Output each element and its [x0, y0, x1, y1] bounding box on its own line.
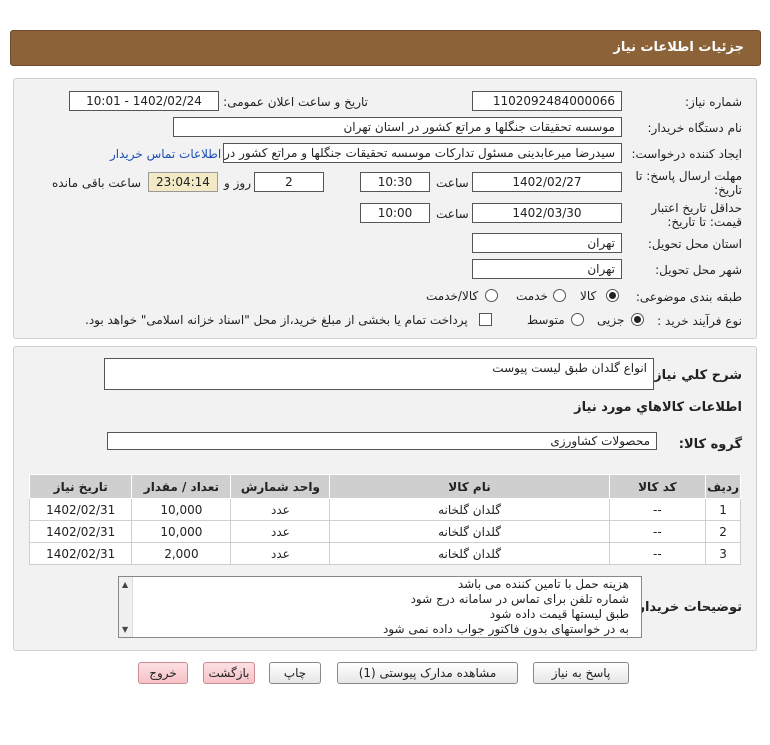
back-button[interactable]: بازگشت	[203, 662, 255, 684]
validity-time-label: ساعت	[436, 207, 469, 221]
col-header-name: نام کالا	[329, 474, 610, 499]
requester-field: سیدرضا میرعابدینی مسئول تدارکات موسسه تح…	[223, 143, 622, 163]
process-label: نوع فرآیند خرید :	[657, 314, 742, 328]
scroll-up-icon[interactable]: ▲	[122, 580, 128, 589]
buyer-notes-textarea[interactable]: هزینه حمل با تامین کننده می باشد شماره ت…	[118, 576, 642, 638]
payment-note: پرداخت تمام یا بخشی از مبلغ خرید،از محل …	[85, 313, 468, 327]
goods-section-title: اطلاعات کالاهاي مورد نياز	[574, 400, 742, 415]
col-header-row-no: ردیف	[705, 474, 741, 499]
cell-unit: عدد	[230, 498, 331, 521]
validity-date-field: 1402/03/30	[472, 203, 622, 223]
city-field: تهران	[472, 259, 622, 279]
note-line: شماره تلفن برای تماس در سامانه درج شود	[410, 592, 629, 606]
category-radio-goods-service[interactable]	[485, 289, 498, 302]
validity-label-2: قیمت: تا تاریخ:	[667, 215, 742, 229]
process-radio-medium[interactable]	[571, 313, 584, 326]
treasury-payment-checkbox[interactable]	[479, 313, 492, 326]
days-label: روز و	[224, 176, 251, 190]
note-line: هزینه حمل با تامین کننده می باشد	[457, 577, 629, 591]
validity-time-field: 10:00	[360, 203, 430, 223]
days-remaining-field: 2	[254, 172, 324, 192]
cell-date: 1402/02/31	[28, 498, 133, 521]
col-header-code: کد کالا	[608, 474, 707, 499]
city-label: شهر محل تحویل:	[655, 263, 742, 277]
remaining-time-field: 23:04:14	[148, 172, 218, 192]
cell-name: گلدان گلخانه	[329, 520, 610, 543]
category-label: طبقه بندی موضوعی:	[635, 290, 742, 304]
need-number-field: 1102092484000066	[472, 91, 622, 111]
table-row: 1 -- گلدان گلخانه عدد 10,000 1402/02/31	[28, 498, 741, 521]
cell-qty: 10,000	[131, 498, 232, 521]
process-option-medium: متوسط	[527, 313, 565, 327]
goods-table: ردیف کد کالا نام کالا واحد شمارش تعداد /…	[28, 474, 741, 565]
cell-qty: 2,000	[131, 542, 232, 565]
goods-group-label: گروه کالا:	[678, 437, 742, 452]
cell-unit: عدد	[230, 542, 331, 565]
summary-field: انواع گلدان طبق لیست پیوست	[104, 358, 654, 390]
cell-row-no: 2	[705, 520, 741, 543]
table-header-row: ردیف کد کالا نام کالا واحد شمارش تعداد /…	[28, 474, 741, 499]
province-label: استان محل تحویل:	[647, 237, 742, 251]
announce-datetime-field: 1402/02/24 - 10:01	[69, 91, 219, 111]
deadline-label: مهلت ارسال پاسخ: تا	[635, 169, 742, 183]
validity-label: حداقل تاریخ اعتبار	[651, 201, 742, 215]
remaining-label: ساعت باقی مانده	[52, 176, 142, 190]
cell-name: گلدان گلخانه	[329, 498, 610, 521]
col-header-unit: واحد شمارش	[230, 474, 331, 499]
category-option-service: خدمت	[516, 289, 548, 303]
cell-unit: عدد	[230, 520, 331, 543]
notes-scrollbar[interactable]: ▲ ▼	[119, 577, 133, 637]
scroll-down-icon[interactable]: ▼	[122, 625, 128, 634]
panel-title: جزئیات اطلاعات نیاز	[10, 30, 761, 66]
deadline-date-field: 1402/02/27	[472, 172, 622, 192]
reply-button[interactable]: پاسخ به نیاز	[533, 662, 629, 684]
print-button[interactable]: چاپ	[269, 662, 321, 684]
category-radio-goods[interactable]	[606, 289, 619, 302]
cell-name: گلدان گلخانه	[329, 542, 610, 565]
requester-label: ایجاد کننده درخواست:	[631, 147, 742, 161]
deadline-time-label: ساعت	[436, 176, 469, 190]
cell-date: 1402/02/31	[28, 520, 133, 543]
cell-code: --	[608, 542, 707, 565]
buyer-org-field: موسسه تحقیقات جنگلها و مراتع کشور در است…	[173, 117, 622, 137]
province-field: تهران	[472, 233, 622, 253]
deadline-time-field: 10:30	[360, 172, 430, 192]
deadline-label-2: تاریخ:	[714, 183, 742, 197]
cell-code: --	[608, 498, 707, 521]
category-option-goods: کالا	[580, 289, 597, 303]
note-line: طبق لیستها قیمت داده شود	[489, 607, 629, 621]
col-header-qty: تعداد / مقدار	[131, 474, 232, 499]
table-row: 3 -- گلدان گلخانه عدد 2,000 1402/02/31	[28, 542, 741, 565]
contact-buyer-link[interactable]: اطلاعات تماس خریدار	[110, 147, 221, 161]
cell-code: --	[608, 520, 707, 543]
process-option-minor: جزیی	[597, 313, 625, 327]
cell-date: 1402/02/31	[28, 542, 133, 565]
process-radio-minor[interactable]	[631, 313, 644, 326]
cell-qty: 10,000	[131, 520, 232, 543]
buyer-org-label: نام دستگاه خریدار:	[647, 121, 743, 135]
need-number-label: شماره نیاز:	[685, 95, 742, 109]
view-attachments-button[interactable]: مشاهده مدارک پیوستی (1)	[337, 662, 518, 684]
category-option-goods-service: کالا/خدمت	[426, 289, 479, 303]
summary-label: شرح کلي نياز:	[648, 368, 742, 383]
table-row: 2 -- گلدان گلخانه عدد 10,000 1402/02/31	[28, 520, 741, 543]
col-header-date: تاریخ نیاز	[28, 474, 133, 499]
cell-row-no: 3	[705, 542, 741, 565]
exit-button[interactable]: خروج	[138, 662, 188, 684]
cell-row-no: 1	[705, 498, 741, 521]
category-radio-service[interactable]	[553, 289, 566, 302]
buyer-notes-label: توضیحات خریدار:	[632, 600, 742, 615]
goods-group-field: محصولات کشاورزی	[107, 432, 657, 450]
note-line: به در خواستهای بدون فاکتور جواب داده نمی…	[382, 622, 629, 636]
announce-label: تاریخ و ساعت اعلان عمومی:	[223, 95, 368, 109]
